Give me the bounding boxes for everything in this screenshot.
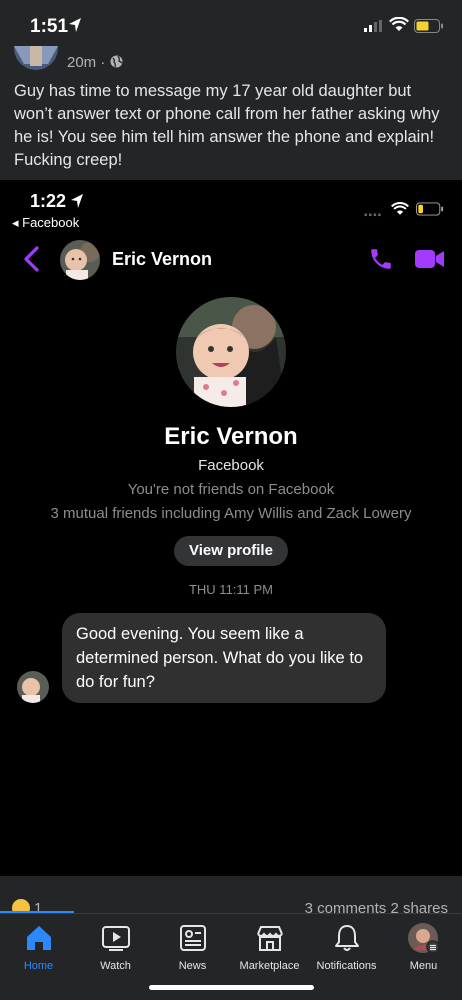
chat-header: Eric Vernon [0, 236, 462, 284]
friend-status: You're not friends on Facebook [127, 481, 335, 498]
battery-icon [416, 202, 444, 216]
phone-call-icon[interactable] [368, 246, 394, 272]
tab-home[interactable]: Home [0, 922, 77, 982]
post-text: Guy has time to message my 17 year old d… [14, 82, 440, 169]
tab-watch[interactable]: Watch [77, 922, 154, 982]
location-arrow-icon [71, 194, 83, 208]
marketplace-icon [256, 926, 283, 951]
tab-notifications[interactable]: Notifications [308, 922, 385, 982]
battery-icon [414, 19, 443, 33]
video-call-icon[interactable] [414, 248, 446, 270]
home-icon [26, 926, 51, 950]
back-chevron-icon[interactable] [22, 246, 40, 272]
cellular-signal-icon [364, 20, 382, 32]
location-arrow-icon [69, 18, 81, 32]
tab-menu[interactable]: Menu [385, 922, 462, 982]
home-indicator[interactable] [149, 985, 314, 990]
cellular-signal-icon: ▪▪▪▪ [364, 210, 383, 221]
public-globe-icon [110, 55, 123, 68]
back-to-facebook-link[interactable]: ◂ Facebook [12, 215, 79, 231]
embedded-screenshot[interactable]: 1:22 ◂ Facebook ▪▪▪▪ Eric Vernon Eric Ve… [0, 180, 462, 876]
contact-name[interactable]: Eric Vernon [112, 249, 212, 270]
poster-avatar[interactable] [14, 46, 58, 70]
sender-avatar[interactable] [17, 671, 49, 703]
bell-icon [334, 925, 359, 951]
tab-marketplace[interactable]: Marketplace [231, 922, 308, 982]
mutual-friends: 3 mutual friends including Amy Willis an… [50, 505, 412, 522]
message-bubble[interactable]: Good evening. You seem like a determined… [62, 613, 386, 703]
tab-label: Watch [100, 960, 131, 972]
message-timestamp: THU 11:11 PM [188, 582, 274, 597]
post-time: 20m · [67, 54, 106, 71]
wifi-icon [389, 17, 409, 31]
post-header: 20m · [0, 46, 462, 76]
status-bar: 1:51 [0, 0, 462, 46]
profile-source: Facebook [198, 457, 264, 474]
tab-label: Marketplace [239, 960, 300, 972]
profile-picture[interactable] [176, 297, 286, 407]
tab-label: Home [23, 960, 54, 972]
wifi-icon [391, 202, 409, 215]
tab-news[interactable]: News [154, 922, 231, 982]
contact-avatar[interactable] [60, 240, 100, 280]
status-time: 1:51 [30, 16, 69, 37]
tab-label: Menu [409, 960, 438, 972]
tab-label: Notifications [316, 960, 377, 972]
news-icon [179, 925, 206, 951]
tab-label: News [178, 960, 207, 972]
profile-name: Eric Vernon [164, 423, 298, 450]
watch-icon [101, 926, 130, 951]
embedded-status-time: 1:22 [30, 191, 67, 211]
menu-avatar-icon [407, 923, 440, 954]
view-profile-button[interactable]: View profile [174, 536, 288, 566]
